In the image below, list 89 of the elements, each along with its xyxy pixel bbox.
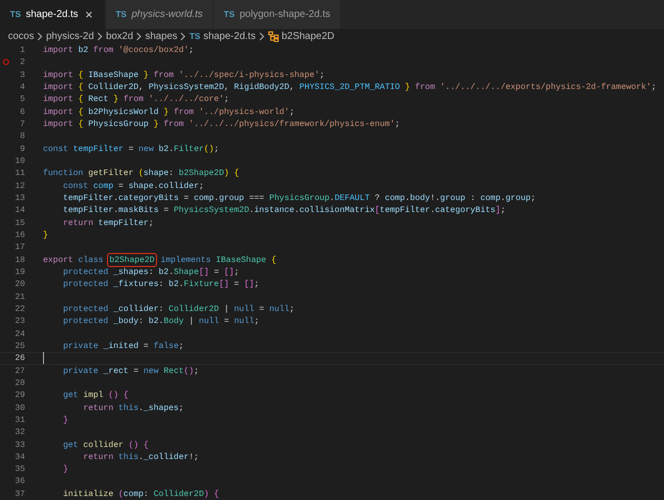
code-line: tempFilter.categoryBits = comp.group === PhysicsGroup.DEFAULT ? comp.body!.group : comp.group;: [62, 192, 536, 204]
chevron-icon: [96, 32, 103, 41]
line-number: 35: [14, 463, 25, 476]
line-number: 36: [14, 475, 25, 488]
breadcrumb-item[interactable]: box2d: [106, 29, 134, 44]
code-line: function getFilter (shape: b2Shape2D) {: [43, 167, 240, 180]
line-number: 12: [14, 180, 25, 192]
code-line: }: [62, 463, 68, 476]
code-line: return this._collider!;: [82, 450, 199, 464]
chevron-icon: [37, 32, 44, 41]
line-number: 4: [20, 80, 25, 94]
line-number: 22: [14, 302, 25, 316]
breadcrumb-item[interactable]: b2Shape2D: [282, 29, 334, 44]
code-text: implements: [160, 254, 212, 266]
chevron-icon: [136, 32, 142, 41]
breadcrumb-item[interactable]: shapes: [145, 29, 178, 44]
code-line: protected _body: b2.Body | null = null;: [62, 315, 260, 328]
chevron-icon: [258, 32, 265, 41]
code-line: import b2 from '@cocos/box2d';: [43, 44, 194, 56]
line-number: 18: [14, 254, 25, 266]
line-number: 17: [14, 241, 25, 254]
code-text: class: [78, 254, 104, 266]
code-text: IBaseShape: [216, 254, 268, 266]
line-number: 7: [20, 118, 25, 130]
code-line: import { PhysicsGroup } from '../../../physics/framework/physics-enum';: [43, 118, 400, 130]
code-line: import { b2PhysicsWorld } from '../physics-world';: [43, 106, 294, 118]
line-number: 24: [14, 328, 25, 340]
code-line: initialize (comp: Collider2D) {: [62, 488, 219, 500]
line-number: 31: [14, 414, 25, 426]
code-text: export: [43, 254, 74, 266]
code-line: return tempFilter;: [62, 216, 154, 229]
tab-label[interactable]: shape-2d.ts: [26, 7, 78, 22]
line-number: 16: [14, 228, 25, 242]
breadcrumb-item[interactable]: shape-2d.ts: [203, 29, 256, 44]
chevron-icon: [180, 32, 186, 41]
line-number: 28: [14, 376, 25, 390]
code-line: import { IBaseShape } from '../../spec/i-physics-shape';: [43, 68, 325, 81]
breakpoint-icon[interactable]: [3, 59, 9, 66]
class-symbol-icon: [268, 31, 279, 42]
line-number: 30: [14, 402, 25, 414]
typescript-icon: TS: [10, 8, 21, 21]
text-cursor: [43, 352, 44, 364]
line-number: 23: [14, 315, 25, 328]
code-line: }: [62, 414, 68, 426]
line-number: 5: [20, 93, 25, 106]
highlighted-class-name: b2Shape2D: [108, 254, 156, 266]
code-line: const tempFilter = new b2.Filter();: [43, 142, 219, 155]
line-number: 9: [20, 142, 25, 155]
code-line: private _inited = false;: [62, 340, 184, 352]
code-line: import { Collider2D, PhysicsSystem2D, RigidBody2D, PHYSICS_2D_PTM_RATIO } from '../../../../exports/physics-2d-framework';: [43, 80, 656, 94]
line-number: 32: [14, 426, 25, 438]
line-number: 29: [14, 389, 25, 402]
code-line: tempFilter.maskBits = PhysicsSystem2D.instance.collisionMatrix[tempFilter.categoryBits];: [62, 204, 506, 217]
code-line: }: [43, 228, 48, 242]
code-line: private _rect = new Rect();: [62, 364, 199, 377]
line-number: 6: [20, 106, 25, 118]
editor-tab[interactable]: TS polygon-shape-2d.ts: [214, 0, 342, 29]
line-number: 37: [14, 488, 25, 500]
line-number: 8: [20, 130, 25, 143]
code-line: const comp = shape.collider;: [62, 180, 204, 192]
line-number: 14: [14, 204, 25, 217]
editor-tab[interactable]: TS physics-world.ts: [106, 0, 214, 29]
line-number: 19: [14, 266, 25, 278]
code-line: import { Rect } from '../../../core';: [43, 93, 230, 106]
breadcrumb-item[interactable]: physics-2d: [46, 29, 94, 44]
code-line: get impl () {: [62, 389, 128, 402]
line-number: 10: [14, 154, 25, 168]
line-number: 11: [14, 167, 25, 180]
line-number: 33: [14, 438, 25, 451]
breadcrumb-item[interactable]: cocos: [8, 29, 34, 44]
code-text: {: [271, 254, 276, 266]
line-number: 3: [20, 68, 25, 81]
code-line: protected _collider: Collider2D | null = null;: [62, 302, 294, 316]
code-line: protected _shapes: b2.Shape[] = [];: [62, 266, 240, 278]
line-number: 26: [14, 352, 25, 365]
typescript-icon: TS: [189, 30, 200, 43]
line-number: 13: [14, 192, 25, 204]
close-button[interactable]: ×: [83, 8, 95, 21]
line-number: 1: [20, 44, 25, 56]
code-line: return this._shapes;: [82, 402, 184, 414]
line-number: 15: [14, 216, 25, 229]
line-number: 21: [14, 290, 25, 303]
line-number: 25: [14, 340, 25, 352]
line-number: 27: [14, 364, 25, 377]
line-number: 34: [14, 450, 25, 464]
line-number: 2: [20, 56, 25, 69]
line-number: 20: [14, 278, 25, 291]
code-line: get collider () {: [62, 438, 149, 451]
code-line: protected _fixtures: b2.Fixture[] = [];: [62, 278, 260, 291]
